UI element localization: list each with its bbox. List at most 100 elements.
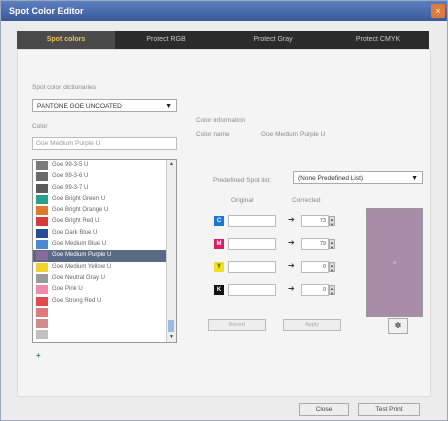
predefined-spot-list-value: (None Predefined List) bbox=[298, 175, 364, 182]
color-list-item-label: Goe Medium Blue U bbox=[52, 241, 107, 248]
scroll-thumb[interactable] bbox=[168, 320, 174, 332]
color-swatch bbox=[36, 240, 48, 250]
color-list-item[interactable]: Goe Medium Blue U bbox=[33, 239, 176, 250]
scroll-up-icon[interactable]: ▲ bbox=[167, 160, 176, 169]
color-list-item[interactable]: Goe Pink U bbox=[33, 284, 176, 295]
arrow-right-icon: ➔ bbox=[288, 284, 295, 293]
color-list-item[interactable] bbox=[33, 307, 176, 318]
channel-y-chip: Y bbox=[214, 262, 224, 272]
color-swatch bbox=[36, 228, 48, 238]
color-list-item[interactable]: Goe Bright Orange U bbox=[33, 205, 176, 216]
color-list-item[interactable]: Goe Bright Red U bbox=[33, 216, 176, 227]
color-search-input[interactable]: Goe Medium Purple U bbox=[32, 137, 177, 150]
value-stepper[interactable]: ▲ ▼ bbox=[329, 239, 335, 250]
scroll-down-icon[interactable]: ▼ bbox=[167, 333, 176, 342]
color-list-item-label: Goe 99-3-7 U bbox=[52, 184, 89, 191]
color-list-item-label: Goe Bright Orange U bbox=[52, 207, 109, 214]
tab-protect-gray[interactable]: Protect Gray bbox=[222, 31, 324, 49]
color-list-item[interactable] bbox=[33, 318, 176, 329]
original-value-input[interactable] bbox=[228, 261, 276, 273]
color-list-item-label: Goe Dark Blue U bbox=[52, 229, 98, 236]
color-list-item-label: Goe Neutral Gray U bbox=[52, 274, 106, 281]
test-print-button[interactable]: Test Print bbox=[358, 403, 420, 416]
original-value-input[interactable] bbox=[228, 284, 276, 296]
add-color-icon[interactable]: + bbox=[36, 351, 41, 360]
color-list-item-label: Goe 99-3-5 U bbox=[52, 162, 89, 168]
color-list-item[interactable]: Goe Medium Yellow U bbox=[33, 262, 176, 273]
arrow-right-icon: ➔ bbox=[288, 238, 295, 247]
apply-button[interactable]: Apply bbox=[283, 319, 341, 331]
color-list-item[interactable]: Goe 99-3-6 U bbox=[33, 171, 176, 182]
tab-spot-colors[interactable]: Spot colors bbox=[17, 31, 115, 49]
color-list-item-label: Goe Pink U bbox=[52, 286, 83, 293]
color-preview-swatch bbox=[366, 208, 423, 317]
corrected-column-label: Corrected bbox=[292, 197, 321, 204]
color-swatch bbox=[36, 206, 48, 216]
channel-c-chip: C bbox=[214, 216, 224, 226]
close-button[interactable]: Close bbox=[299, 403, 349, 416]
dictionary-dropdown[interactable]: PANTONE GOE UNCOATED ▼ bbox=[32, 99, 177, 112]
preview-center-dot bbox=[393, 261, 396, 264]
color-list-item-label: Goe Bright Green U bbox=[52, 195, 106, 202]
color-list-item[interactable] bbox=[33, 329, 176, 340]
color-swatch bbox=[36, 307, 48, 317]
color-list-item-label: Goe Bright Red U bbox=[52, 218, 100, 225]
arrow-right-icon: ➔ bbox=[288, 261, 295, 270]
dictionaries-label: Spot color dictionaries bbox=[32, 84, 96, 91]
color-list-item[interactable]: Goe Neutral Gray U bbox=[33, 273, 176, 284]
arrow-right-icon: ➔ bbox=[288, 215, 295, 224]
color-mix-icon[interactable]: ✽ bbox=[388, 318, 408, 334]
color-list-item-label: Goe 99-3-6 U bbox=[52, 173, 89, 180]
color-list-item[interactable]: Goe Medium Purple U bbox=[33, 250, 176, 262]
color-list-item[interactable]: Goe Strong Red U bbox=[33, 296, 176, 307]
color-swatch bbox=[36, 330, 48, 340]
chevron-down-icon: ▼ bbox=[411, 175, 418, 182]
color-list[interactable]: Goe 99-3-5 U Goe 99-3-6 U Goe 99-3-7 U Goe … bbox=[32, 159, 177, 343]
color-swatch bbox=[36, 262, 48, 272]
color-swatch bbox=[36, 183, 48, 193]
color-swatch bbox=[36, 161, 48, 170]
color-swatch bbox=[36, 251, 48, 261]
window-title: Spot Color Editor bbox=[9, 6, 84, 16]
color-list-item-label: Goe Medium Purple U bbox=[52, 252, 112, 259]
color-name-value: Goe Medium Purple U bbox=[261, 131, 326, 138]
color-list-item[interactable]: Goe Bright Green U bbox=[33, 194, 176, 205]
corrected-value-input[interactable]: 73 bbox=[301, 215, 329, 227]
predefined-spot-list-label: Predefined Spot list: bbox=[213, 177, 272, 184]
color-swatch bbox=[36, 296, 48, 306]
title-bar: Spot Color Editor × bbox=[1, 1, 447, 21]
value-stepper[interactable]: ▲ ▼ bbox=[329, 216, 335, 227]
close-window-button[interactable]: × bbox=[431, 4, 445, 18]
chevron-down-icon: ▼ bbox=[165, 103, 172, 110]
predefined-spot-list-dropdown[interactable]: (None Predefined List) ▼ bbox=[293, 171, 423, 184]
color-swatch bbox=[36, 273, 48, 283]
tab-protect-rgb[interactable]: Protect RGB bbox=[117, 31, 215, 49]
color-name-label: Color name bbox=[196, 131, 230, 138]
dictionary-dropdown-value: PANTONE GOE UNCOATED bbox=[37, 103, 122, 110]
color-list-item[interactable]: Goe Dark Blue U bbox=[33, 228, 176, 239]
color-swatch bbox=[36, 172, 48, 182]
tab-bar: Spot colors Protect RGB Protect Gray Pro… bbox=[17, 31, 429, 49]
corrected-value-input[interactable]: 79 bbox=[301, 238, 329, 250]
value-stepper[interactable]: ▲ ▼ bbox=[329, 262, 335, 273]
color-list-item[interactable]: Goe 99-3-7 U bbox=[33, 183, 176, 194]
color-swatch bbox=[36, 285, 48, 295]
corrected-value-input[interactable]: 0 bbox=[301, 284, 329, 296]
original-value-input[interactable] bbox=[228, 215, 276, 227]
corrected-value-input[interactable]: 0 bbox=[301, 261, 329, 273]
color-label: Color bbox=[32, 123, 48, 130]
color-list-item-label: Goe Strong Red U bbox=[52, 297, 102, 304]
color-list-scrollbar[interactable]: ▲ ▼ bbox=[166, 160, 176, 342]
original-column-label: Original bbox=[231, 197, 254, 204]
tab-protect-cmyk[interactable]: Protect CMYK bbox=[327, 31, 429, 49]
color-list-item[interactable]: Goe 99-3-5 U bbox=[33, 160, 176, 171]
value-stepper[interactable]: ▲ ▼ bbox=[329, 285, 335, 296]
spot-color-editor-window: Spot Color Editor × Spot colors Protect … bbox=[0, 0, 448, 421]
revert-button[interactable]: Revert bbox=[208, 319, 266, 331]
original-value-input[interactable] bbox=[228, 238, 276, 250]
color-swatch bbox=[36, 319, 48, 329]
channel-k-chip: K bbox=[214, 285, 224, 295]
color-swatch bbox=[36, 194, 48, 204]
color-swatch bbox=[36, 217, 48, 227]
color-information-heading: Color information bbox=[196, 117, 246, 124]
